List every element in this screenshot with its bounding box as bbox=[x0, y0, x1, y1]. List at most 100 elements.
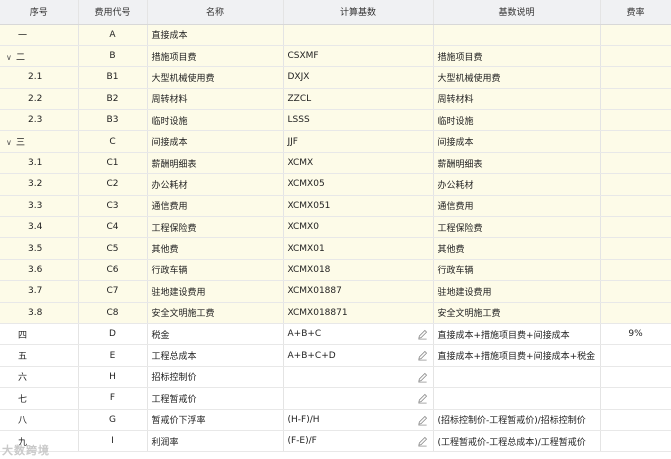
cell-seq[interactable]: 2.3 bbox=[0, 109, 79, 132]
cell-desc[interactable] bbox=[433, 387, 601, 410]
cell-rate[interactable] bbox=[600, 24, 671, 46]
cell-base[interactable]: XCMX01 bbox=[283, 237, 434, 260]
cell-code[interactable]: G bbox=[78, 409, 148, 431]
cell-base[interactable]: XCMX01887 bbox=[283, 280, 434, 303]
cell-code[interactable]: C5 bbox=[78, 237, 148, 260]
table-row[interactable]: 六 H 招标控制价 bbox=[0, 366, 671, 389]
cell-code[interactable]: C7 bbox=[78, 280, 148, 303]
cell-code[interactable]: C3 bbox=[78, 195, 148, 218]
cell-code[interactable]: C2 bbox=[78, 173, 148, 196]
cell-desc[interactable]: 周转材料 bbox=[433, 88, 601, 111]
cell-rate[interactable] bbox=[600, 88, 671, 111]
pencil-icon[interactable] bbox=[417, 393, 428, 404]
cell-name[interactable]: 行政车辆 bbox=[147, 259, 284, 282]
cell-name[interactable]: 大型机械使用费 bbox=[147, 66, 284, 89]
cell-rate[interactable] bbox=[600, 45, 671, 68]
cell-rate[interactable]: 9% bbox=[600, 323, 671, 346]
table-row[interactable]: 2.3 B3 临时设施 LSSS 临时设施 bbox=[0, 109, 671, 132]
cell-rate[interactable] bbox=[600, 344, 671, 367]
cell-seq[interactable]: ∨ 三 bbox=[0, 130, 79, 153]
pencil-icon[interactable] bbox=[417, 415, 428, 426]
cell-seq[interactable]: 3.7 bbox=[0, 280, 79, 303]
cell-desc[interactable]: (招标控制价-工程暂戒价)/招标控制价 bbox=[433, 409, 601, 431]
cell-code[interactable]: D bbox=[78, 323, 148, 346]
cell-base[interactable]: XCMX051 bbox=[283, 195, 434, 218]
header-name[interactable]: 名称 bbox=[147, 0, 284, 25]
cell-rate[interactable] bbox=[600, 280, 671, 303]
cell-base[interactable]: JJF bbox=[283, 130, 434, 153]
cell-code[interactable]: C4 bbox=[78, 216, 148, 239]
cell-base[interactable]: CSXMF bbox=[283, 45, 434, 68]
cell-name[interactable]: 工程保险费 bbox=[147, 216, 284, 239]
cell-seq[interactable]: 3.6 bbox=[0, 259, 79, 282]
cell-desc[interactable]: 措施项目费 bbox=[433, 45, 601, 68]
cell-name[interactable]: 暂戒价下浮率 bbox=[147, 409, 284, 431]
cell-desc[interactable]: 直接成本+措施项目费+间接成本 bbox=[433, 323, 601, 346]
cell-rate[interactable] bbox=[600, 152, 671, 175]
cell-desc[interactable] bbox=[433, 24, 601, 46]
pencil-icon[interactable] bbox=[417, 372, 428, 383]
cell-base[interactable]: LSSS bbox=[283, 109, 434, 132]
cell-desc[interactable]: 大型机械使用费 bbox=[433, 66, 601, 89]
cell-code[interactable]: E bbox=[78, 344, 148, 367]
cell-base[interactable]: (F-E)/F bbox=[283, 430, 434, 453]
cell-base[interactable]: XCMX bbox=[283, 152, 434, 175]
cell-name[interactable]: 通信费用 bbox=[147, 195, 284, 218]
cell-seq[interactable]: 六 bbox=[0, 366, 79, 389]
cell-seq[interactable]: 八 bbox=[0, 409, 79, 431]
table-row[interactable]: 2.2 B2 周转材料 ZZCL 周转材料 bbox=[0, 88, 671, 111]
cell-name[interactable]: 直接成本 bbox=[147, 24, 284, 46]
cell-name[interactable]: 办公耗材 bbox=[147, 173, 284, 196]
table-row[interactable]: 七 F 工程暂戒价 bbox=[0, 387, 671, 410]
cell-rate[interactable] bbox=[600, 387, 671, 410]
cell-code[interactable]: A bbox=[78, 24, 148, 46]
cell-base[interactable]: XCMX018 bbox=[283, 259, 434, 282]
table-row[interactable]: 九 I 利润率 (F-E)/F (工程暂戒价-工程总成本)/工程暂戒价 bbox=[0, 430, 671, 453]
cell-desc[interactable]: 直接成本+措施项目费+间接成本+税金 bbox=[433, 344, 601, 367]
cell-code[interactable]: B bbox=[78, 45, 148, 68]
pencil-icon[interactable] bbox=[417, 329, 428, 340]
cell-name[interactable]: 工程暂戒价 bbox=[147, 387, 284, 410]
cell-base[interactable]: A+B+C+D bbox=[283, 344, 434, 367]
table-row[interactable]: 四 D 税金 A+B+C 直接成本+措施项目费+间接成本 9% bbox=[0, 323, 671, 346]
cell-seq[interactable]: 一 bbox=[0, 24, 79, 46]
cell-name[interactable]: 周转材料 bbox=[147, 88, 284, 111]
cell-name[interactable]: 其他费 bbox=[147, 237, 284, 260]
table-row[interactable]: 3.2 C2 办公耗材 XCMX05 办公耗材 bbox=[0, 173, 671, 196]
cell-seq[interactable]: 2.2 bbox=[0, 88, 79, 111]
cell-desc[interactable]: 其他费 bbox=[433, 237, 601, 260]
table-row[interactable]: 八 G 暂戒价下浮率 (H-F)/H (招标控制价-工程暂戒价)/招标控制价 bbox=[0, 409, 671, 431]
cell-desc[interactable] bbox=[433, 366, 601, 389]
cell-code[interactable]: B2 bbox=[78, 88, 148, 111]
cell-rate[interactable] bbox=[600, 130, 671, 153]
cell-code[interactable]: C8 bbox=[78, 302, 148, 324]
cell-desc[interactable]: 薪酬明细表 bbox=[433, 152, 601, 175]
cell-base[interactable]: XCMX05 bbox=[283, 173, 434, 196]
cell-base[interactable]: A+B+C bbox=[283, 323, 434, 346]
table-row[interactable]: 3.4 C4 工程保险费 XCMX0 工程保险费 bbox=[0, 216, 671, 239]
cell-base[interactable]: XCMX0 bbox=[283, 216, 434, 239]
table-row[interactable]: ∨ 二 B 措施项目费 CSXMF 措施项目费 bbox=[0, 45, 671, 68]
cell-base[interactable]: DXJX bbox=[283, 66, 434, 89]
chevron-down-icon[interactable]: ∨ bbox=[6, 53, 16, 62]
table-row[interactable]: 一 A 直接成本 bbox=[0, 24, 671, 46]
cell-seq[interactable]: ∨ 二 bbox=[0, 45, 79, 68]
cell-name[interactable]: 临时设施 bbox=[147, 109, 284, 132]
cell-code[interactable]: C bbox=[78, 130, 148, 153]
cell-rate[interactable] bbox=[600, 430, 671, 453]
pencil-icon[interactable] bbox=[417, 350, 428, 361]
header-base[interactable]: 计算基数 bbox=[283, 0, 434, 25]
cell-seq[interactable]: 3.2 bbox=[0, 173, 79, 196]
cell-base[interactable]: ZZCL bbox=[283, 88, 434, 111]
cell-desc[interactable]: 驻地建设费用 bbox=[433, 280, 601, 303]
cell-code[interactable]: B3 bbox=[78, 109, 148, 132]
cell-rate[interactable] bbox=[600, 259, 671, 282]
table-row[interactable]: 3.6 C6 行政车辆 XCMX018 行政车辆 bbox=[0, 259, 671, 282]
header-rate[interactable]: 费率 bbox=[600, 0, 671, 25]
cell-desc[interactable]: 安全文明施工费 bbox=[433, 302, 601, 324]
cell-rate[interactable] bbox=[600, 366, 671, 389]
chevron-down-icon[interactable]: ∨ bbox=[6, 138, 16, 147]
header-desc[interactable]: 基数说明 bbox=[433, 0, 601, 25]
cell-desc[interactable]: 工程保险费 bbox=[433, 216, 601, 239]
cell-name[interactable]: 利润率 bbox=[147, 430, 284, 453]
